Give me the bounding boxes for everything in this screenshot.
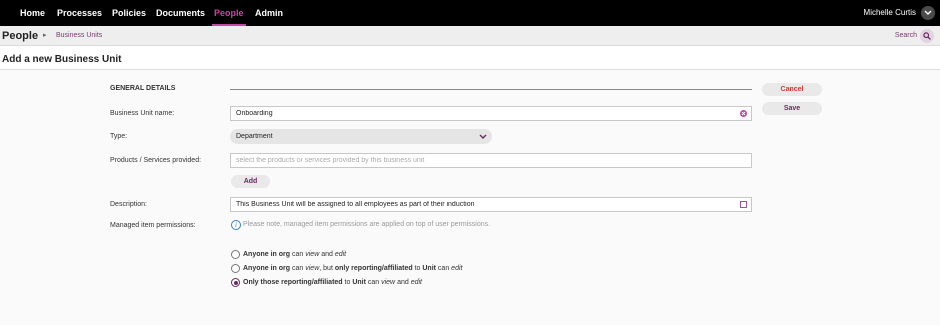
- business-unit-name-field[interactable]: [230, 106, 752, 121]
- permissions-label: Managed item permissions:: [110, 222, 196, 229]
- business-unit-name-label: Business Unit name:: [110, 110, 175, 117]
- nav-item-people[interactable]: People: [212, 0, 246, 26]
- type-select[interactable]: Department: [230, 129, 492, 144]
- type-label: Type:: [110, 133, 128, 140]
- radio-reporting-only[interactable]: [231, 278, 240, 287]
- radio-anyone[interactable]: [231, 250, 240, 259]
- page-title: Add a new Business Unit: [2, 54, 122, 65]
- permission-option-text: Anyone in org can view and edit: [243, 251, 347, 258]
- nav-item-policies[interactable]: Policies: [112, 0, 146, 26]
- nav-item-processes[interactable]: Processes: [57, 0, 102, 26]
- section-divider: [230, 89, 752, 90]
- add-button[interactable]: Add: [231, 175, 270, 188]
- breadcrumb-separator-icon: ▸: [43, 32, 47, 39]
- nav-item-documents[interactable]: Documents: [156, 0, 205, 26]
- nav-item-home[interactable]: Home: [20, 0, 45, 26]
- clear-icon[interactable]: [740, 110, 747, 117]
- breadcrumb-business-units[interactable]: Business Units: [56, 26, 102, 46]
- expand-editor-icon[interactable]: [740, 201, 747, 208]
- permissions-note: Please note, managed item permissions ar…: [243, 221, 491, 228]
- radio-anyone-view[interactable]: [231, 264, 240, 273]
- top-nav-bar: Home Processes Policies Documents People…: [0, 0, 940, 26]
- chevron-down-icon: [479, 134, 487, 139]
- info-icon: i: [231, 220, 241, 230]
- description-label: Description:: [110, 201, 147, 208]
- business-unit-name-input[interactable]: [236, 107, 736, 120]
- section-title: People: [2, 30, 39, 42]
- products-services-field[interactable]: [230, 153, 752, 168]
- permission-option-text: Only those reporting/affiliated to Unit …: [243, 279, 422, 286]
- search-icon[interactable]: [920, 29, 934, 43]
- user-menu-chevron-icon[interactable]: [921, 6, 935, 20]
- nav-item-admin[interactable]: Admin: [255, 0, 283, 26]
- search-link[interactable]: Search: [895, 26, 917, 46]
- products-services-label: Products / Services provided:: [110, 157, 202, 164]
- cancel-button[interactable]: Cancel: [762, 83, 822, 96]
- type-selected-value: Department: [236, 133, 273, 140]
- permission-option-text: Anyone in org can view, but only reporti…: [243, 265, 463, 272]
- section-heading: GENERAL DETAILS: [110, 85, 176, 92]
- save-button[interactable]: Save: [762, 102, 822, 115]
- user-name[interactable]: Michelle Curtis: [864, 0, 916, 26]
- products-services-input[interactable]: [236, 154, 736, 167]
- description-field[interactable]: [230, 197, 752, 212]
- sub-header: People ▸ Business Units Search: [0, 26, 940, 46]
- description-input[interactable]: [236, 198, 736, 211]
